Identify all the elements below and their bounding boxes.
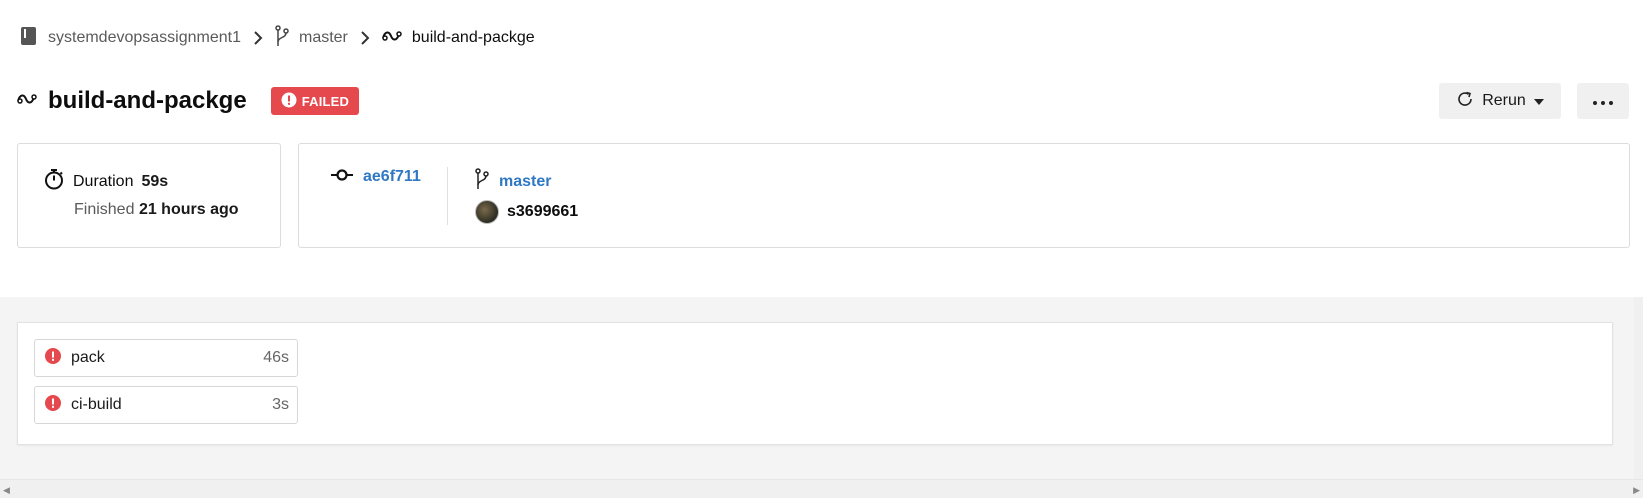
- refresh-icon: [1456, 90, 1474, 113]
- repo-icon: [20, 26, 38, 51]
- user-name: s3699661: [507, 203, 579, 220]
- stage-duration: 46s: [263, 349, 289, 366]
- scroll-right-icon[interactable]: ▶: [1633, 485, 1640, 496]
- branch-row: master: [475, 168, 551, 195]
- divider: [447, 167, 448, 225]
- pipeline-icon: [16, 91, 38, 112]
- breadcrumb-repo-label: systemdevopsassignment1: [48, 29, 241, 46]
- finished-value: 21 hours ago: [138, 201, 239, 218]
- status-badge: FAILED: [270, 87, 360, 115]
- scroll-left-icon[interactable]: ◀: [3, 485, 10, 496]
- breadcrumb-pipeline: build-and-packge: [381, 29, 535, 48]
- duration-label: Duration: [73, 172, 134, 190]
- rerun-label: Rerun: [1482, 92, 1526, 109]
- duration-value: 59s: [141, 172, 169, 190]
- rerun-button[interactable]: Rerun: [1439, 83, 1561, 119]
- stage-name: ci-build: [71, 396, 122, 413]
- branch-icon: [475, 168, 489, 195]
- stage-duration: 3s: [272, 396, 289, 413]
- alert-icon: [45, 347, 61, 369]
- more-options-button[interactable]: [1577, 83, 1629, 119]
- commit-link[interactable]: ae6f711: [363, 168, 421, 186]
- finished-row: Finished 21 hours ago: [74, 201, 239, 219]
- avatar: [475, 200, 499, 224]
- title-row: build-and-packge FAILED Rerun: [16, 81, 1629, 121]
- header-actions: Rerun: [1439, 83, 1629, 119]
- page-title: build-and-packge: [48, 87, 247, 114]
- breadcrumb-branch[interactable]: master: [275, 24, 348, 52]
- breadcrumb-pipeline-label: build-and-packge: [411, 29, 535, 46]
- alert-icon: [45, 394, 61, 416]
- breadcrumb-branch-label: master: [298, 29, 348, 46]
- stage-item-ci-build[interactable]: ci-build 3s: [34, 386, 298, 424]
- branch-icon: [275, 24, 289, 52]
- horizontal-scrollbar[interactable]: ◀ ▶: [0, 479, 1643, 498]
- status-badge-label: FAILED: [301, 93, 350, 109]
- finished-label: Finished: [74, 201, 135, 218]
- user-row: s3699661: [475, 200, 578, 224]
- chevron-right-icon: [360, 31, 370, 45]
- duration-row: Duration 59s: [43, 168, 168, 195]
- page-title-group: build-and-packge FAILED: [16, 81, 360, 121]
- breadcrumb: systemdevopsassignment1 master build-and…: [20, 24, 535, 52]
- commit-card: ae6f711 master s3699661: [298, 143, 1630, 248]
- chevron-right-icon: [253, 31, 263, 45]
- vertical-scrollbar[interactable]: [1634, 297, 1643, 479]
- stopwatch-icon: [43, 168, 65, 195]
- more-icon: [1593, 92, 1613, 110]
- stage-item-pack[interactable]: pack 46s: [34, 339, 298, 377]
- pipeline-icon: [381, 29, 402, 48]
- duration-card: Duration 59s Finished 21 hours ago: [17, 143, 281, 248]
- caret-down-icon: [1533, 92, 1544, 110]
- stages-panel: pack 46s ci-build 3s: [17, 322, 1613, 445]
- alert-icon: [281, 92, 297, 111]
- commit-icon: [331, 168, 353, 186]
- branch-link[interactable]: master: [499, 173, 551, 191]
- breadcrumb-repo[interactable]: systemdevopsassignment1: [20, 26, 241, 51]
- commit-row: ae6f711: [331, 168, 421, 186]
- stage-name: pack: [71, 349, 105, 366]
